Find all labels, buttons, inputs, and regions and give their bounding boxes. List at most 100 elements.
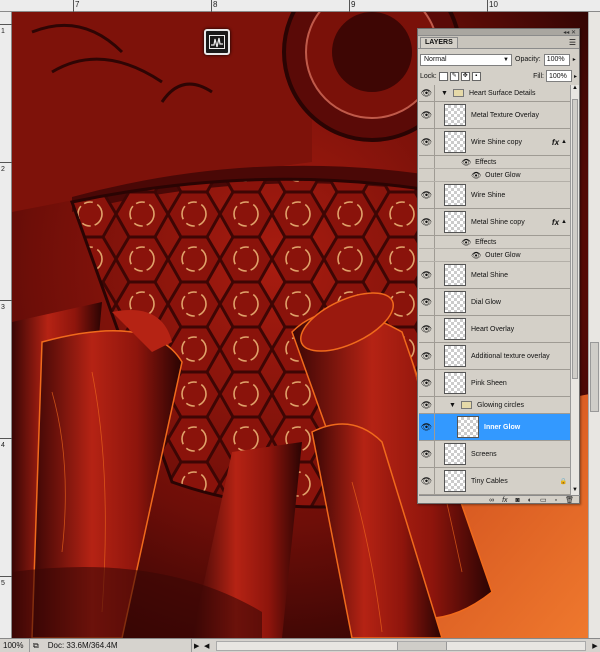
adjustment-layer-icon[interactable]: ◐ [528, 497, 532, 504]
new-layer-icon[interactable]: ▫ [555, 497, 557, 504]
effects-row[interactable]: 👁 Effects [419, 156, 570, 169]
layers-scrollbar[interactable]: ▲ ▼ [570, 85, 579, 495]
eye-icon[interactable]: 👁 [419, 343, 435, 369]
scroll-left-icon[interactable]: ◀ [202, 642, 212, 650]
layer-row-selected[interactable]: 👁 Inner Glow [419, 414, 570, 441]
eye-icon[interactable]: 👁 [419, 129, 435, 155]
blend-mode-select[interactable]: Normal ▼ [420, 53, 512, 66]
panel-titlebar[interactable]: ◂◂ ✕ [418, 29, 579, 36]
layer-row[interactable]: 👁 Metal Texture Overlay [419, 102, 570, 129]
ruler-top-label: 8 [213, 0, 218, 9]
waveform-icon [209, 35, 225, 49]
lock-image-icon[interactable]: ✎ [449, 71, 459, 81]
eye-icon[interactable]: 👁 [471, 251, 481, 260]
ruler-top-label: 7 [75, 0, 80, 9]
document-size[interactable]: Doc: 33.6M/364.4M [42, 639, 192, 652]
fx-icon[interactable]: fx [552, 218, 559, 227]
monitor-graph-icon[interactable] [204, 29, 230, 55]
effects-label: Effects [475, 158, 497, 166]
eye-icon[interactable]: 👁 [419, 85, 435, 101]
layer-row[interactable]: 👁 Metal Shine [419, 262, 570, 289]
fill-slider-toggle-icon[interactable]: ▸ [574, 73, 577, 80]
layer-thumbnail [444, 184, 466, 206]
trash-icon[interactable]: 🗑 [565, 496, 574, 504]
scroll-down-icon[interactable]: ▼ [571, 487, 579, 495]
eye-icon[interactable]: 👁 [471, 171, 481, 180]
effects-row[interactable]: 👁 Effects [419, 236, 570, 249]
opacity-slider-toggle-icon[interactable]: ▸ [573, 56, 576, 63]
add-mask-icon[interactable]: ◙ [516, 497, 520, 504]
eye-icon[interactable]: 👁 [419, 182, 435, 208]
panel-menu-icon[interactable]: ☰ [569, 38, 576, 48]
layer-thumbnail [444, 443, 466, 465]
eye-icon[interactable]: 👁 [419, 102, 435, 128]
ruler-left[interactable]: 1 2 3 4 5 [0, 12, 12, 638]
layer-row[interactable]: 👁 Screens [419, 441, 570, 468]
eye-icon[interactable] [419, 236, 435, 248]
layer-group[interactable]: 👁 ▼ Heart Surface Details [419, 85, 570, 102]
scroll-up-icon[interactable]: ▲ [571, 85, 579, 93]
eye-icon[interactable]: 👁 [419, 209, 435, 235]
zoom-level[interactable]: 100% [0, 639, 30, 652]
layer-name: Screens [471, 450, 497, 458]
ruler-top-label: 9 [351, 0, 356, 9]
canvas-horizontal-scroll-thumb[interactable] [396, 641, 447, 650]
layer-row[interactable]: 👁 Additional texture overlay [419, 343, 570, 370]
eye-icon[interactable] [419, 169, 435, 181]
link-layers-icon[interactable]: ∞ [489, 497, 494, 504]
layers-scroll-thumb[interactable] [572, 99, 578, 379]
layer-row[interactable]: 👁 Metal Shine copy fx ▲ [419, 209, 570, 236]
lock-icon: 🔒 [559, 478, 567, 485]
scroll-right-icon[interactable]: ▶ [590, 642, 600, 650]
lock-transparency-icon[interactable] [438, 71, 448, 81]
chevron-down-icon[interactable]: ▼ [449, 402, 456, 409]
opacity-input[interactable]: 100% [543, 53, 570, 66]
opacity-label: Opacity: [515, 56, 541, 63]
lock-position-icon[interactable]: ✥ [460, 71, 470, 81]
chevron-up-icon[interactable]: ▲ [561, 139, 567, 145]
close-icon[interactable]: ✕ [571, 29, 576, 36]
eye-icon[interactable] [419, 156, 435, 168]
layer-row[interactable]: 👁 Wire Shine copy fx ▲ [419, 129, 570, 156]
effect-row[interactable]: 👁 Outer Glow [419, 169, 570, 182]
layer-thumbnail [444, 345, 466, 367]
effect-row[interactable]: 👁 Outer Glow [419, 249, 570, 262]
eye-icon[interactable] [419, 249, 435, 261]
eye-icon[interactable]: 👁 [419, 414, 435, 440]
eye-icon[interactable]: 👁 [461, 158, 471, 167]
canvas-vertical-scroll-thumb[interactable] [590, 342, 599, 412]
effect-name: Outer Glow [485, 171, 521, 179]
layers-list[interactable]: 👁 ▼ Heart Surface Details 👁 Metal Textur… [419, 85, 570, 495]
chevron-down-icon[interactable]: ▼ [441, 90, 448, 97]
eye-icon[interactable]: 👁 [419, 397, 435, 413]
canvas-vertical-scrollbar[interactable] [588, 12, 600, 638]
layer-name: Inner Glow [484, 423, 521, 431]
fx-icon[interactable]: fx [502, 497, 507, 504]
canvas-horizontal-scrollbar[interactable] [215, 640, 586, 651]
eye-icon[interactable]: 👁 [419, 370, 435, 396]
layer-row[interactable]: 👁 Dial Glow [419, 289, 570, 316]
layer-row[interactable]: 👁 Pink Sheen [419, 370, 570, 397]
tab-layers[interactable]: LAYERS [420, 37, 458, 48]
layer-thumbnail [444, 264, 466, 286]
eye-icon[interactable]: 👁 [419, 316, 435, 342]
document-info-icon[interactable]: ⧉ [30, 641, 42, 651]
eye-icon[interactable]: 👁 [419, 262, 435, 288]
ruler-top[interactable]: 7 8 9 10 [0, 0, 600, 12]
eye-icon[interactable]: 👁 [419, 289, 435, 315]
chevron-up-icon[interactable]: ▲ [561, 219, 567, 225]
status-menu-icon[interactable]: ▶ [192, 642, 202, 650]
eye-icon[interactable]: 👁 [419, 441, 435, 467]
fill-input[interactable]: 100% [545, 70, 572, 82]
layer-row[interactable]: 👁 Wire Shine [419, 182, 570, 209]
layers-panel[interactable]: ◂◂ ✕ LAYERS ☰ Normal ▼ Opacity: 100% ▸ L… [417, 28, 580, 504]
new-group-icon[interactable]: ▭ [540, 496, 547, 504]
eye-icon[interactable]: 👁 [461, 238, 471, 247]
lock-all-icon[interactable]: ▪ [471, 71, 481, 81]
fx-icon[interactable]: fx [552, 138, 559, 147]
collapse-icon[interactable]: ◂◂ [563, 29, 569, 36]
layer-row[interactable]: 👁 Tiny Cables 🔒 [419, 468, 570, 495]
eye-icon[interactable]: 👁 [419, 468, 435, 494]
layer-group[interactable]: 👁 ▼ Glowing circles [419, 397, 570, 414]
layer-row[interactable]: 👁 Heart Overlay [419, 316, 570, 343]
